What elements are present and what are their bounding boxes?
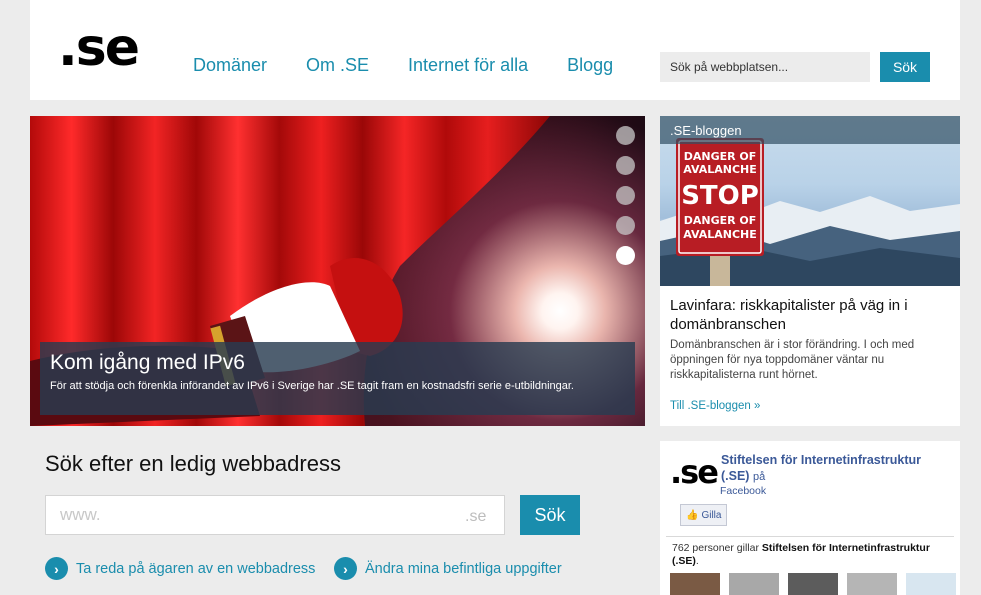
slider-dot-4[interactable] <box>616 216 635 235</box>
sign-line-4: DANGER OF <box>684 214 757 227</box>
facebook-page-name[interactable]: Stiftelsen för Internetinfrastruktur (.S… <box>721 452 951 485</box>
domain-search-button[interactable]: Sök <box>520 495 580 535</box>
slider-dots <box>616 126 635 265</box>
avatar[interactable] <box>788 573 838 595</box>
facebook-page-logo[interactable]: .se <box>670 453 719 491</box>
facebook-divider <box>666 536 954 537</box>
facebook-platform-link[interactable]: Facebook <box>720 485 766 497</box>
slider-dot-1[interactable] <box>616 126 635 145</box>
domain-search-input[interactable] <box>45 495 505 535</box>
site-search-input[interactable] <box>660 52 870 82</box>
facebook-faces <box>670 573 956 595</box>
hero-text: För att stödja och förenkla införandet a… <box>50 380 574 392</box>
thumbs-up-icon: 👍 <box>686 509 699 521</box>
sign-line-3: STOP <box>681 181 759 211</box>
facebook-like-button[interactable]: 👍 Gilla <box>680 504 728 526</box>
avatar[interactable] <box>729 573 779 595</box>
blog-link[interactable]: Till .SE-bloggen » <box>670 400 760 412</box>
hero-caption[interactable]: Kom igång med IPv6 För att stödja och fö… <box>40 342 635 415</box>
nav-internet-for-alla[interactable]: Internet för alla <box>408 55 528 76</box>
domain-search-title: Sök efter en ledig webbadress <box>45 451 341 476</box>
domain-suffix: .se <box>465 508 487 525</box>
facebook-count-prefix: 762 personer gillar <box>672 542 759 554</box>
nav-blogg[interactable]: Blogg <box>567 55 613 76</box>
nav-om-se[interactable]: Om .SE <box>306 55 369 76</box>
facebook-page-name-text[interactable]: Stiftelsen för Internetinfrastruktur (.S… <box>721 453 921 483</box>
sign-line-1: DANGER OF <box>684 150 757 163</box>
chevron-right-icon: › <box>334 557 357 580</box>
facebook-like-label: Gilla <box>701 509 722 521</box>
facebook-like-count: 762 personer gillar Stiftelsen för Inter… <box>672 542 952 568</box>
site-logo[interactable]: .se <box>58 22 140 74</box>
facebook-on-label: på <box>752 471 766 483</box>
find-owner-link[interactable]: › Ta reda på ägaren av en webbadress <box>45 557 315 580</box>
hero-title[interactable]: Kom igång med IPv6 <box>50 351 625 375</box>
slider-dot-2[interactable] <box>616 156 635 175</box>
site-search-button[interactable]: Sök <box>880 52 930 82</box>
find-owner-label: Ta reda på ägaren av en webbadress <box>76 560 316 577</box>
facebook-count-suffix: . <box>695 555 699 567</box>
main-nav: Domäner Om .SE Internet för alla Blogg <box>193 55 613 76</box>
change-details-label: Ändra mina befintliga uppgifter <box>365 560 562 577</box>
change-details-link[interactable]: › Ändra mina befintliga uppgifter <box>334 557 562 580</box>
blog-tag[interactable]: .SE-bloggen <box>660 116 960 144</box>
slider-dot-3[interactable] <box>616 186 635 205</box>
avatar[interactable] <box>847 573 897 595</box>
facebook-box: .se Stiftelsen för Internetinfrastruktur… <box>660 441 960 595</box>
hero-slider[interactable]: Kom igång med IPv6 För att stödja och fö… <box>30 116 645 426</box>
blog-image[interactable]: DANGER OF AVALANCHE STOP DANGER OF AVALA… <box>660 116 960 286</box>
blog-box: DANGER OF AVALANCHE STOP DANGER OF AVALA… <box>660 116 960 426</box>
chevron-right-icon: › <box>45 557 68 580</box>
blog-post-text: Domänbranschen är i stor förändring. I o… <box>670 339 915 381</box>
avatar[interactable] <box>670 573 720 595</box>
blog-post-title[interactable]: Lavinfara: riskkapitalister på väg in i … <box>670 296 955 334</box>
avatar[interactable] <box>906 573 956 595</box>
nav-domaner[interactable]: Domäner <box>193 55 267 76</box>
site-header: .se Domäner Om .SE Internet för alla Blo… <box>30 0 960 100</box>
slider-dot-5[interactable] <box>616 246 635 265</box>
sign-line-2: AVALANCHE <box>683 163 757 176</box>
sign-line-5: AVALANCHE <box>683 228 757 241</box>
